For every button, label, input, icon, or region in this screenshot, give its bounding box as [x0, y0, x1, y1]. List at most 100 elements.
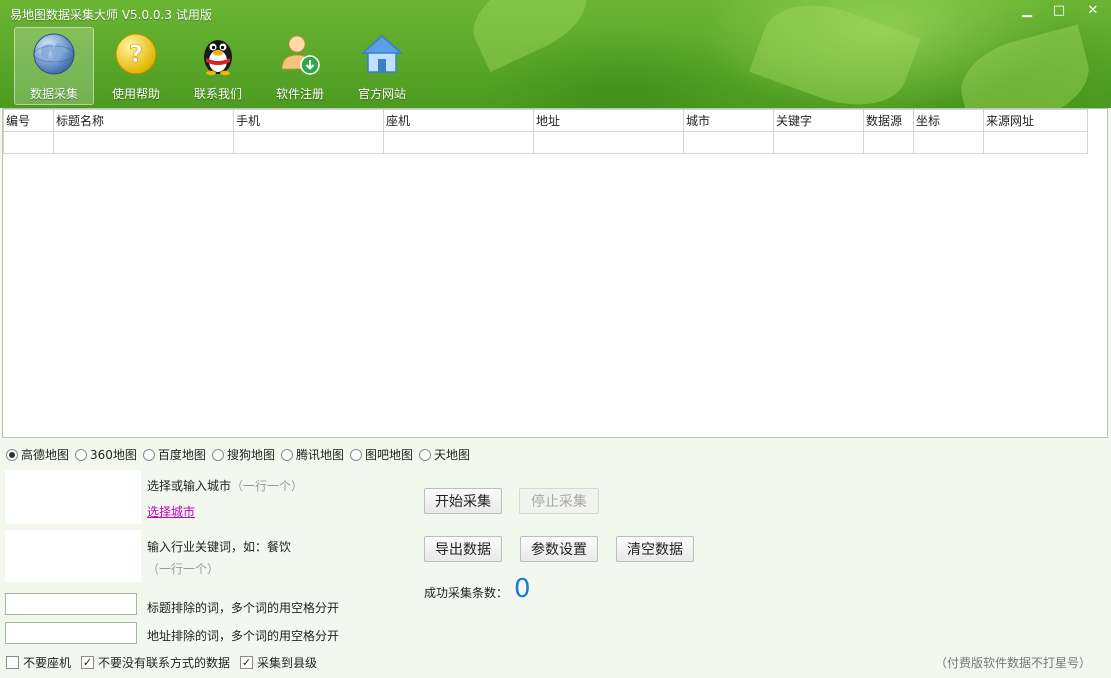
radio-label: 天地图 — [433, 448, 470, 462]
radio-label: 腾讯地图 — [295, 448, 344, 462]
radio-button[interactable] — [211, 448, 224, 461]
column-header[interactable]: 座机 — [383, 109, 534, 132]
toolbar-website[interactable]: 官方网站 — [342, 27, 422, 105]
exclude-address-input[interactable] — [5, 622, 137, 644]
user-register-icon — [277, 31, 323, 77]
radio-label: 图吧地图 — [364, 448, 413, 462]
toolbar-label: 官方网站 — [357, 87, 406, 101]
radio-button[interactable] — [142, 448, 155, 461]
table-cell — [773, 131, 864, 154]
table-cell — [53, 131, 234, 154]
radio-button[interactable] — [280, 448, 293, 461]
radio-label: 高德地图 — [21, 448, 70, 462]
checkbox-label: 不要座机 — [23, 656, 72, 670]
radio-mapbar[interactable]: 图吧地图 — [349, 446, 413, 463]
maximize-button[interactable]: □ — [1043, 0, 1075, 20]
radio-gaode[interactable]: 高德地图 — [6, 446, 69, 463]
table-cell — [863, 131, 914, 154]
toolbar-data-collect[interactable]: 数据采集 — [14, 27, 94, 105]
app-header: 易地图数据采集大师 V5.0.0.3 试用版 ▁ □ ✕ 数据采集 ? 使用帮助… — [0, 0, 1111, 108]
home-icon — [359, 31, 405, 77]
table-cell — [3, 131, 54, 154]
table-cell — [533, 131, 684, 154]
table-cell — [383, 131, 534, 154]
radio-button[interactable] — [418, 448, 431, 461]
checkbox[interactable] — [6, 656, 19, 669]
map-source-radio-group: 高德地图 360地图 百度地图 搜狗地图 腾讯地图 图吧地图 天地图 — [6, 446, 476, 463]
checkbox-require-contact[interactable]: ✓ 不要没有联系方式的数据 — [81, 654, 230, 671]
column-header[interactable]: 地址 — [533, 109, 684, 132]
toolbar-label: 联系我们 — [193, 87, 242, 101]
column-header[interactable]: 来源网址 — [983, 109, 1088, 132]
exclude-address-label: 地址排除的词，多个词的用空格分开 — [147, 629, 340, 643]
toolbar-register[interactable]: 软件注册 — [260, 27, 340, 105]
checkbox-checked[interactable]: ✓ — [240, 656, 254, 669]
success-count-label: 成功采集条数： — [424, 586, 509, 600]
toolbar-label: 使用帮助 — [111, 87, 160, 101]
keyword-hint: （一行一个） — [147, 562, 220, 576]
minimize-button[interactable]: ▁ — [1011, 0, 1043, 20]
results-table: 编号 标题名称 手机 座机 地址 城市 关键字 数据源 坐标 来源网址 — [3, 109, 1088, 154]
column-header[interactable]: 手机 — [233, 109, 384, 132]
option-checkbox-group: 不要座机 ✓ 不要没有联系方式的数据 ✓ 采集到县级 — [6, 654, 327, 671]
table-cell — [233, 131, 384, 154]
decorative-leaf — [951, 24, 1099, 108]
radio-label: 搜狗地图 — [226, 448, 275, 462]
column-header[interactable]: 标题名称 — [53, 109, 234, 132]
city-label-row: 选择或输入城市（一行一个） — [147, 477, 303, 494]
toolbar-label: 软件注册 — [275, 87, 324, 101]
city-hint: （一行一个） — [231, 479, 304, 493]
radio-baidu[interactable]: 百度地图 — [142, 446, 206, 463]
decorative-leaf — [749, 0, 921, 108]
radio-label: 360地图 — [90, 448, 137, 462]
city-textarea[interactable] — [5, 470, 141, 524]
select-city-link[interactable]: 选择城市 — [147, 503, 195, 520]
export-data-button[interactable]: 导出数据 — [424, 536, 502, 562]
checkbox-checked[interactable]: ✓ — [81, 656, 95, 669]
radio-sogou[interactable]: 搜狗地图 — [211, 446, 275, 463]
globe-icon — [31, 31, 77, 77]
column-header[interactable]: 编号 — [3, 109, 54, 132]
exclude-title-input[interactable] — [5, 593, 137, 615]
radio-360[interactable]: 360地图 — [75, 446, 137, 463]
radio-tianditu[interactable]: 天地图 — [418, 446, 470, 463]
column-header[interactable]: 坐标 — [913, 109, 984, 132]
toolbar-label: 数据采集 — [29, 87, 78, 101]
checkbox-county-level[interactable]: ✓ 采集到县级 — [240, 654, 317, 671]
help-question-icon: ? — [113, 31, 159, 77]
radio-button[interactable] — [349, 448, 362, 461]
checkbox-no-landline[interactable]: 不要座机 — [6, 654, 71, 671]
close-button[interactable]: ✕ — [1075, 0, 1111, 20]
window-title: 易地图数据采集大师 V5.0.0.3 试用版 — [10, 8, 212, 22]
checkbox-label: 采集到县级 — [257, 656, 318, 670]
checkbox-label: 不要没有联系方式的数据 — [98, 656, 231, 670]
main-toolbar: 数据采集 ? 使用帮助 联系我们 软件注册 官方网站 — [14, 27, 424, 105]
decorative-leaf — [460, 0, 600, 73]
window-controls: ▁ □ ✕ — [1011, 0, 1111, 20]
stop-collect-button[interactable]: 停止采集 — [519, 488, 599, 514]
paid-version-note: （付费版软件数据不打星号） — [935, 656, 1092, 670]
toolbar-help[interactable]: ? 使用帮助 — [96, 27, 176, 105]
column-header[interactable]: 城市 — [683, 109, 774, 132]
keyword-textarea[interactable] — [5, 530, 141, 582]
toolbar-contact[interactable]: 联系我们 — [178, 27, 258, 105]
radio-button[interactable] — [6, 448, 18, 461]
keyword-label: 输入行业关键词，如：餐饮 — [147, 540, 292, 554]
results-table-container[interactable]: 编号 标题名称 手机 座机 地址 城市 关键字 数据源 坐标 来源网址 — [2, 108, 1108, 438]
qq-penguin-icon — [195, 31, 241, 77]
radio-tencent[interactable]: 腾讯地图 — [280, 446, 344, 463]
column-header[interactable]: 关键字 — [773, 109, 864, 132]
radio-button[interactable] — [75, 448, 88, 461]
radio-label: 百度地图 — [157, 448, 206, 462]
table-cell — [913, 131, 984, 154]
svg-text:?: ? — [129, 40, 143, 68]
start-collect-button[interactable]: 开始采集 — [424, 488, 502, 514]
exclude-title-label: 标题排除的词，多个词的用空格分开 — [147, 601, 340, 615]
table-row-empty[interactable] — [3, 131, 1088, 154]
settings-button[interactable]: 参数设置 — [520, 536, 598, 562]
column-header[interactable]: 数据源 — [863, 109, 914, 132]
table-header-row: 编号 标题名称 手机 座机 地址 城市 关键字 数据源 坐标 来源网址 — [3, 109, 1088, 132]
city-label: 选择或输入城市 — [147, 479, 232, 493]
table-cell — [683, 131, 774, 154]
clear-data-button[interactable]: 清空数据 — [616, 536, 694, 562]
